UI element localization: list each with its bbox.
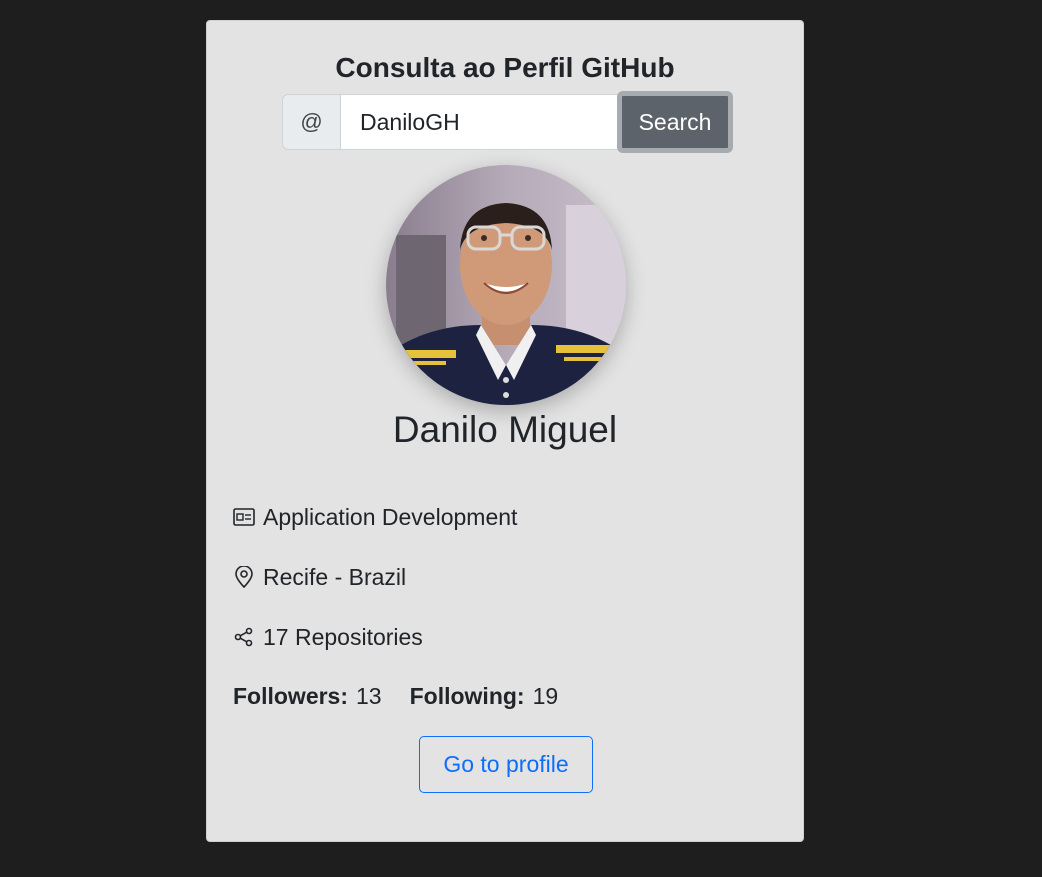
search-input[interactable]: [341, 94, 617, 150]
company-row: Application Development: [233, 502, 517, 532]
company-text: Application Development: [263, 503, 518, 530]
go-to-profile-button[interactable]: Go to profile: [419, 736, 593, 793]
follow-stats: Followers: 13 Following: 19: [233, 681, 558, 711]
followers-count: 13: [356, 682, 382, 709]
search-button[interactable]: Search: [617, 91, 733, 153]
repositories-text: 17 Repositories: [263, 623, 423, 650]
location-text: Recife - Brazil: [263, 563, 407, 590]
followers-label: Followers:: [233, 682, 349, 709]
repositories-row: 17 Repositories: [233, 622, 423, 652]
page-title: Consulta ao Perfil GitHub: [335, 52, 675, 83]
profile-card: Consulta ao Perfil GitHub @ Search: [206, 20, 804, 842]
following-count: 19: [532, 682, 559, 709]
profile-name: Danilo Miguel: [392, 409, 618, 450]
id-card-icon: [233, 506, 255, 528]
share-icon: [233, 626, 255, 648]
map-pin-icon: [233, 566, 255, 588]
at-prefix: @: [282, 94, 341, 150]
following-label: Following:: [409, 682, 525, 709]
location-row: Recife - Brazil: [233, 562, 406, 592]
search-group: @ Search: [282, 91, 734, 153]
avatar: [386, 165, 626, 405]
